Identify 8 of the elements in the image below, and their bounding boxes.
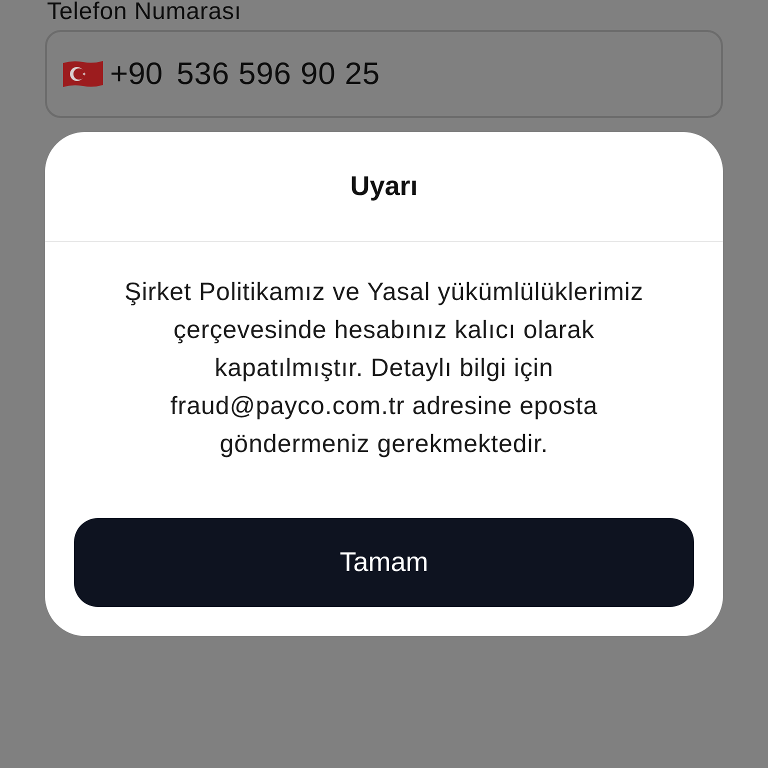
field-label: Telefon Numarası: [46, 0, 242, 24]
country-code: +90: [110, 56, 163, 92]
dialog-title: Uyarı: [350, 171, 418, 202]
dialog-message: Şirket Politikamız ve Yasal yükümlülüklerimiz çerçevesinde hesabınız kalıcı olarak kapatılmıştır. Detaylı bilgi için fraud@payco.com.tr adresine eposta göndermeniz gerekmektedir.: [124, 277, 644, 460]
phone-field[interactable]: +90 536 596 90 25: [45, 30, 723, 118]
phone-number: 536 596 90 25: [176, 56, 380, 92]
flag-icon: [63, 60, 103, 88]
ok-button[interactable]: Tamam: [74, 518, 694, 607]
